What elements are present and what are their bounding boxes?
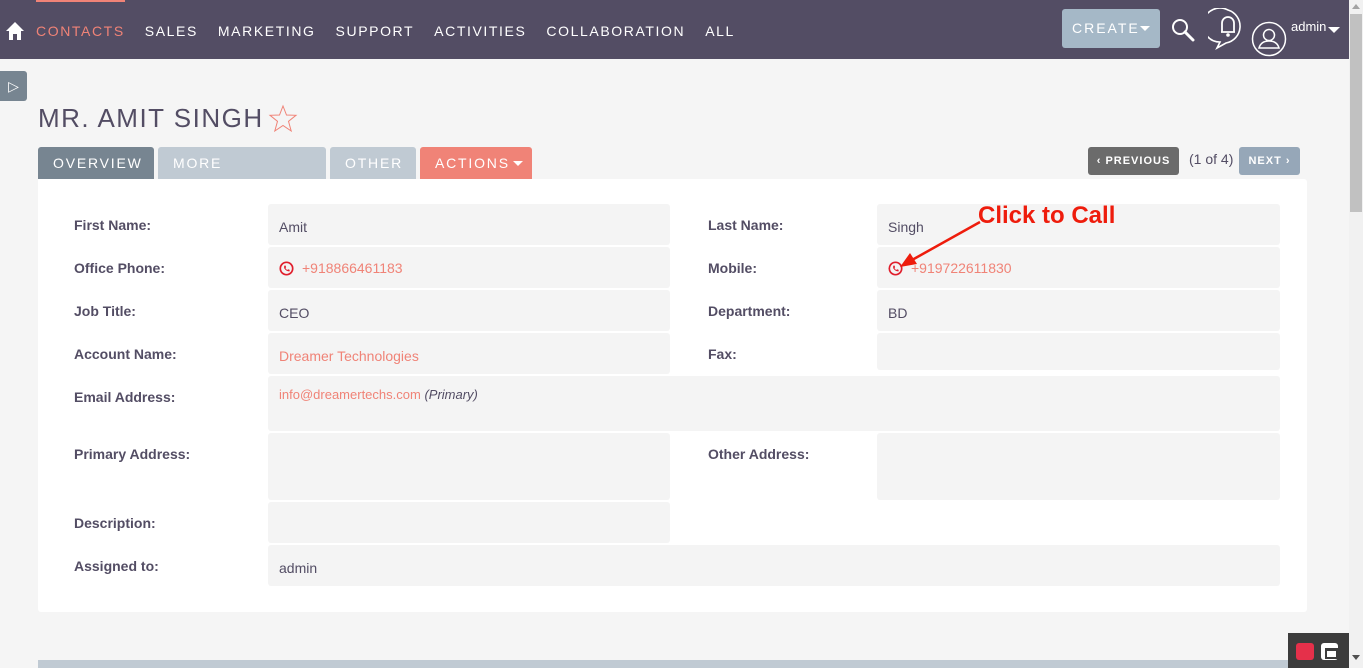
- call-widget-bar: [1288, 633, 1349, 668]
- primary-address-value[interactable]: [268, 433, 670, 500]
- nav-marketing[interactable]: MARKETING: [218, 0, 316, 59]
- twilio-icon[interactable]: [1296, 643, 1314, 660]
- play-triangle-icon: ▷: [8, 78, 19, 94]
- email-address-label: Email Address:: [74, 389, 176, 405]
- nav-sales[interactable]: SALES: [145, 0, 198, 59]
- tab-other[interactable]: OTHER: [330, 147, 416, 179]
- home-icon[interactable]: [5, 21, 25, 41]
- account-name-value: Dreamer Technologies: [268, 333, 670, 374]
- assigned-to-value[interactable]: admin: [268, 545, 1280, 586]
- department-text: BD: [888, 305, 908, 321]
- description-value[interactable]: [268, 502, 670, 543]
- department-value[interactable]: BD: [877, 290, 1280, 331]
- description-label: Description:: [74, 515, 156, 531]
- chevron-down-icon: [1140, 26, 1150, 31]
- click-to-call-annotation: Click to Call: [978, 202, 1116, 229]
- first-name-text: Amit: [279, 219, 307, 235]
- record-tabs: OVERVIEW MORE INFORMATION OTHER ACTIONS: [38, 147, 536, 203]
- create-button[interactable]: CREATE: [1062, 9, 1160, 48]
- nav-all[interactable]: ALL: [705, 0, 735, 59]
- actions-dropdown[interactable]: ACTIONS: [420, 147, 532, 179]
- page-scrollbar[interactable]: [1349, 0, 1363, 668]
- window-icon[interactable]: [1321, 643, 1338, 660]
- tab-more-information[interactable]: MORE INFORMATION: [158, 147, 326, 203]
- tab-overview[interactable]: OVERVIEW: [38, 147, 154, 179]
- last-name-label: Last Name:: [708, 217, 784, 233]
- previous-button[interactable]: ‹ PREVIOUS: [1088, 147, 1179, 175]
- email-link[interactable]: info@dreamertechs.com: [279, 387, 421, 402]
- scrollbar-thumb[interactable]: [1350, 14, 1362, 212]
- other-address-label: Other Address:: [708, 446, 810, 462]
- user-avatar-icon[interactable]: [1251, 21, 1287, 57]
- scroll-up-arrow-icon[interactable]: [1352, 4, 1360, 9]
- assigned-to-label: Assigned to:: [74, 558, 159, 574]
- search-icon[interactable]: [1171, 18, 1195, 42]
- first-name-label: First Name:: [74, 217, 152, 233]
- office-phone-label: Office Phone:: [74, 260, 166, 276]
- email-value: info@dreamertechs.com (Primary): [268, 376, 1280, 431]
- office-phone-wrap: +918866461183: [279, 260, 403, 276]
- fax-value[interactable]: [877, 333, 1280, 370]
- chevron-down-icon[interactable]: [1328, 27, 1340, 33]
- top-nav-bar: CONTACTS SALES MARKETING SUPPORT ACTIVIT…: [0, 0, 1349, 59]
- email-wrap: info@dreamertechs.com (Primary): [279, 387, 478, 402]
- job-title-label: Job Title:: [74, 303, 136, 319]
- first-name-value[interactable]: Amit: [268, 204, 670, 245]
- next-label: NEXT: [1248, 155, 1282, 167]
- other-address-value[interactable]: [877, 433, 1280, 500]
- favorite-star-icon[interactable]: [268, 104, 298, 134]
- assigned-to-text: admin: [279, 560, 318, 576]
- chevron-down-icon: [513, 161, 523, 166]
- click-to-call-icon[interactable]: [279, 261, 294, 276]
- primary-address-label: Primary Address:: [74, 446, 191, 462]
- email-primary-tag: (Primary): [424, 387, 478, 402]
- annotation-arrow-icon: [900, 220, 981, 267]
- job-title-text: CEO: [279, 305, 310, 321]
- office-phone-link[interactable]: +918866461183: [302, 260, 403, 276]
- mobile-label: Mobile:: [708, 260, 757, 276]
- next-panel-header: [38, 660, 1349, 668]
- notification-bell-icon[interactable]: [1208, 8, 1248, 50]
- chevron-right-icon: ›: [1281, 155, 1291, 167]
- nav-collaboration[interactable]: COLLABORATION: [546, 0, 685, 59]
- job-title-value[interactable]: CEO: [268, 290, 670, 331]
- office-phone-value: +918866461183: [268, 247, 670, 288]
- sidebar-toggle-button[interactable]: ▷: [0, 71, 27, 101]
- department-label: Department:: [708, 303, 791, 319]
- account-name-link[interactable]: Dreamer Technologies: [279, 348, 419, 364]
- create-label: CREATE: [1072, 20, 1140, 36]
- next-button[interactable]: NEXT ›: [1239, 147, 1300, 175]
- page-title: MR. AMIT SINGH: [38, 103, 264, 133]
- user-menu[interactable]: admin: [1291, 19, 1326, 34]
- main-nav: CONTACTS SALES MARKETING SUPPORT ACTIVIT…: [36, 0, 755, 59]
- previous-label: PREVIOUS: [1105, 155, 1171, 167]
- nav-support[interactable]: SUPPORT: [336, 0, 415, 59]
- account-name-label: Account Name:: [74, 346, 177, 362]
- nav-contacts[interactable]: CONTACTS: [36, 0, 125, 59]
- nav-activities[interactable]: ACTIVITIES: [434, 0, 526, 59]
- scroll-down-arrow-icon[interactable]: [1352, 655, 1360, 660]
- actions-label: ACTIONS: [435, 155, 510, 171]
- record-count: (1 of 4): [1189, 151, 1234, 167]
- fax-label: Fax:: [708, 346, 737, 362]
